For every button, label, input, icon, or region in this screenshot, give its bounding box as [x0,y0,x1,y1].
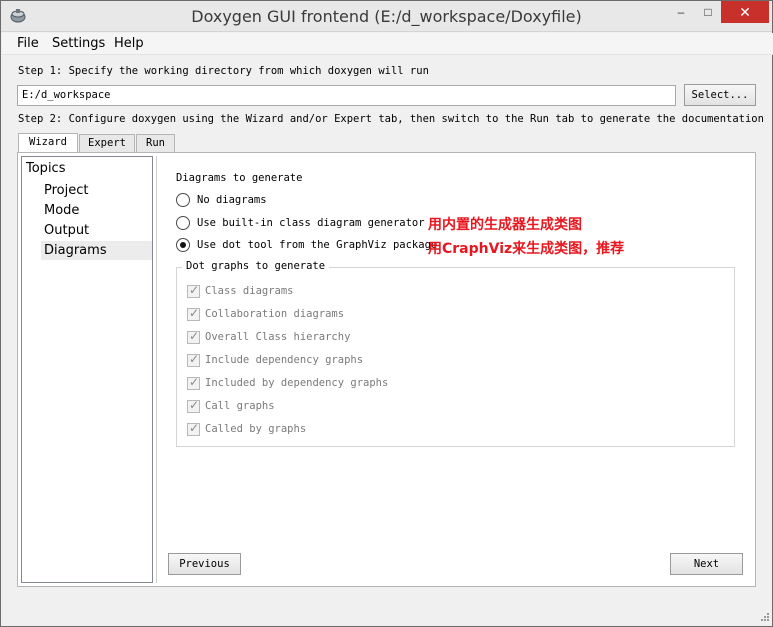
radio-label: No diagrams [197,194,267,206]
main-window: Doxygen GUI frontend (E:/d_workspace/Dox… [0,0,773,627]
menu-file[interactable]: File [17,36,39,51]
topics-list: Topics Project Mode Output Diagrams [21,156,153,583]
checkbox[interactable] [187,306,200,321]
tab-expert[interactable]: Expert [79,134,135,153]
select-directory-button[interactable]: Select... [684,84,756,106]
step2-label: Step 2: Configure doxygen using the Wiza… [18,113,764,125]
topics-header: Topics [26,161,66,176]
previous-button[interactable]: Previous [168,553,241,575]
topic-item-mode[interactable]: Mode [41,201,152,220]
checkbox-label: Collaboration diagrams [205,308,345,320]
maximize-button[interactable]: □ [695,1,721,23]
radio-button[interactable] [176,238,190,252]
next-button[interactable]: Next [670,553,743,575]
checkbox-label: Called by graphs [205,423,307,435]
diagrams-section-title: Diagrams to generate [176,172,303,184]
menu-help[interactable]: Help [114,36,144,51]
panel-divider[interactable] [156,156,157,583]
checkbox[interactable] [187,352,200,367]
checkbox[interactable] [187,375,200,390]
radio-button[interactable] [176,216,190,230]
dot-graphs-group-title: Dot graphs to generate [182,260,330,272]
checkbox[interactable] [187,421,200,436]
radio-button[interactable] [176,193,190,207]
topic-item-project[interactable]: Project [41,181,152,200]
radio-label: Use built-in class diagram generator [197,217,425,229]
window-title: Doxygen GUI frontend (E:/d_workspace/Dox… [191,7,582,26]
tab-wizard[interactable]: Wizard [18,133,78,153]
working-directory-input[interactable]: E:/d_workspace [17,85,676,106]
annotation-graphviz: 用CraphViz来生成类图，推荐 [428,241,625,257]
checkbox-label: Class diagrams [205,285,294,297]
step1-label: Step 1: Specify the working directory fr… [18,65,429,77]
resize-grip-icon[interactable] [758,611,770,623]
checkbox[interactable] [187,398,200,413]
topic-item-output[interactable]: Output [41,221,152,240]
annotation-builtin: 用内置的生成器生成类图 [428,217,582,233]
tab-run[interactable]: Run [136,134,175,153]
minimize-button[interactable]: – [667,1,695,23]
checkbox-label: Include dependency graphs [205,354,364,366]
radio-label: Use dot tool from the GraphViz package [197,239,438,251]
menu-settings[interactable]: Settings [52,36,105,51]
checkbox-label: Overall Class hierarchy [205,331,351,343]
checkbox-label: Call graphs [205,400,275,412]
close-button[interactable]: ✕ [721,1,769,23]
topic-item-diagrams[interactable]: Diagrams [41,241,152,260]
checkbox[interactable] [187,283,200,298]
menu-bar: File Settings Help [2,33,773,55]
title-bar[interactable]: Doxygen GUI frontend (E:/d_workspace/Dox… [1,1,772,32]
checkbox-label: Included by dependency graphs [205,377,389,389]
checkbox[interactable] [187,329,200,344]
